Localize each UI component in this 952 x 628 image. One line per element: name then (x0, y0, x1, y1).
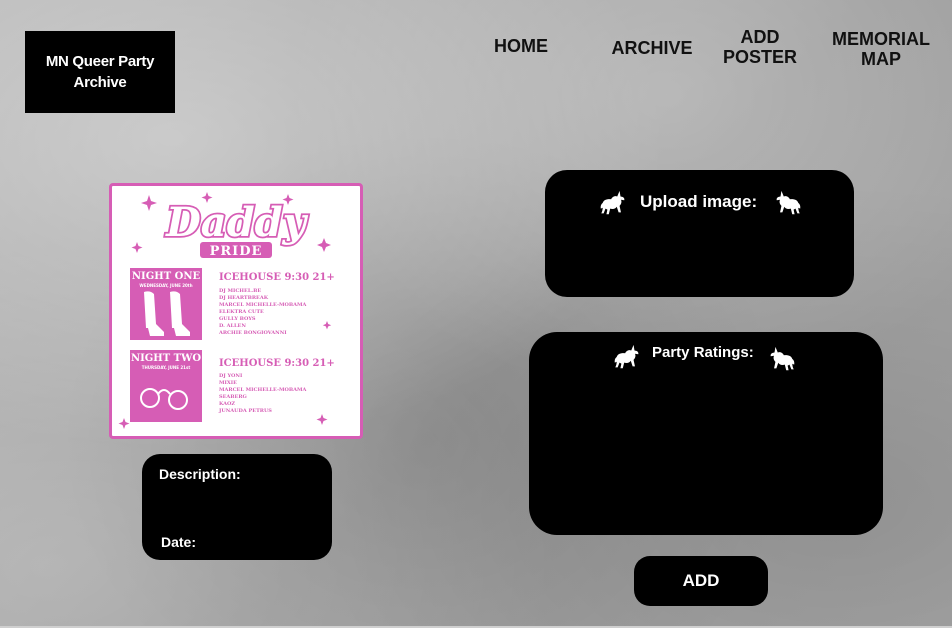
nav-memorial-map-line-1: MEMORIAL (832, 29, 930, 49)
description-label: Description: (159, 466, 241, 482)
add-button[interactable]: ADD (634, 556, 768, 606)
lineup-2-3: MARCEL MICHELLE-MOBAMA (219, 387, 307, 393)
unicorn-icon (770, 346, 795, 371)
description-panel: Description: Date: (142, 454, 332, 560)
lineup-1-5: GULLY BOYS (219, 316, 256, 322)
lineup-2-6: JUNAUDA PETRUS (218, 408, 272, 414)
night-two-venue: ICEHOUSE 9:30 21+ (219, 358, 335, 369)
unicorn-icon (600, 190, 625, 215)
night-two-title: NIGHT TWO (131, 353, 201, 364)
lineup-1-1: DJ MICHEL.BE (219, 288, 261, 294)
nav-archive-link[interactable]: ARCHIVE (606, 38, 698, 58)
poster-subtitle: PRIDE (210, 244, 263, 259)
unicorn-icon (614, 344, 639, 369)
night-two-date: THURSDAY, JUNE 21st (142, 365, 191, 370)
logo-line-1: MN Queer Party (45, 53, 155, 70)
lineup-2-5: KAOZ (219, 401, 235, 407)
lineup-1-4: ELEKTRA CUTE (219, 309, 264, 315)
lineup-2-2: MIXIE (219, 380, 237, 386)
party-ratings-panel[interactable]: Party Ratings: (529, 332, 883, 535)
date-label: Date: (161, 534, 197, 550)
nav-memorial-map-line-2: MAP (861, 49, 901, 69)
night-one-venue: ICEHOUSE 9:30 21+ (219, 272, 335, 283)
nav-add-poster-line-1: ADD (740, 27, 780, 47)
party-ratings-label: Party Ratings: (652, 344, 754, 361)
nav-add-poster-line-2: POSTER (722, 47, 797, 67)
logo-line-2: Archive (73, 74, 127, 91)
night-one-date: WEDNESDAY, JUNE 20th (139, 283, 192, 288)
lineup-1-3: MARCEL MICHELLE-MOBAMA (219, 302, 307, 308)
site-logo[interactable]: MN Queer Party Archive (25, 31, 175, 113)
lineup-2-4: SEABERG (219, 394, 247, 400)
lineup-2-1: DJ YONI (219, 373, 243, 379)
night-one-title: NIGHT ONE (132, 271, 201, 282)
upload-image-label: Upload image: (640, 192, 758, 211)
nav-add-poster-link[interactable]: ADD POSTER (712, 27, 808, 67)
unicorn-icon (776, 190, 801, 215)
poster-image[interactable]: Daddy PRIDE NIGHT ONE WEDNESDAY, JUNE 20… (109, 183, 363, 439)
poster-title: Daddy (165, 199, 309, 246)
upload-image-dropzone[interactable]: Upload image: (545, 170, 854, 297)
nav-memorial-map-link[interactable]: MEMORIAL MAP (826, 29, 936, 69)
lineup-1-6: D. ALLEN (219, 323, 246, 329)
lineup-1-2: DJ HEARTBREAK (219, 295, 269, 301)
nav-home-link[interactable]: HOME (486, 36, 556, 56)
lineup-1-7: ARCHIE BONGIOVANNI (218, 330, 287, 336)
